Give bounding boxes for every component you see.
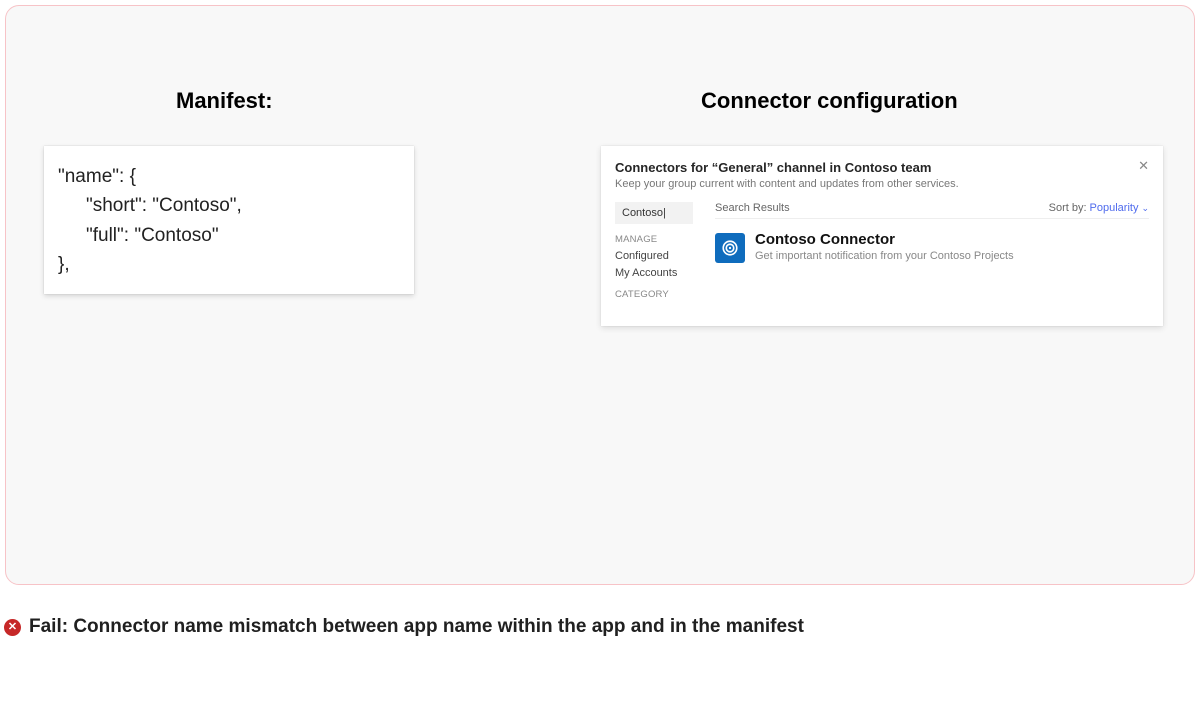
example-frame: Manifest: Connector configuration "name"… <box>5 5 1195 585</box>
search-input[interactable]: Contoso| <box>615 202 693 224</box>
connector-results-area: Search Results Sort by: Popularity⌄ <box>707 202 1149 305</box>
sidebar-item-configured[interactable]: Configured <box>615 250 707 262</box>
manifest-line-1: "name": { <box>58 162 400 191</box>
manifest-snippet-card: "name": { "short": "Contoso", "full": "C… <box>44 146 414 294</box>
connector-dialog-title: Connectors for “General” channel in Cont… <box>615 160 1149 175</box>
connector-sidebar: Contoso| MANAGE Configured My Accounts C… <box>615 202 707 305</box>
close-icon[interactable]: ✕ <box>1138 158 1149 174</box>
connector-result-name: Contoso Connector <box>755 231 1014 248</box>
sort-by-dropdown[interactable]: Popularity⌄ <box>1090 202 1149 214</box>
manifest-line-4: }, <box>58 250 400 279</box>
manifest-line-2: "short": "Contoso", <box>58 191 400 220</box>
fail-icon: ✕ <box>4 619 21 636</box>
search-results-label: Search Results <box>715 202 1049 214</box>
connector-app-icon <box>715 233 745 263</box>
connector-dialog-subtitle: Keep your group current with content and… <box>615 178 1149 190</box>
connector-result-item[interactable]: Contoso Connector Get important notifica… <box>715 231 1149 263</box>
sidebar-section-category: CATEGORY <box>615 289 707 300</box>
connector-dialog: ✕ Connectors for “General” channel in Co… <box>601 146 1163 326</box>
sort-by-value: Popularity <box>1090 202 1139 214</box>
connector-result-description: Get important notification from your Con… <box>755 250 1014 262</box>
sidebar-item-my-accounts[interactable]: My Accounts <box>615 267 707 279</box>
chevron-down-icon: ⌄ <box>1141 203 1149 214</box>
manifest-line-3: "full": "Contoso" <box>58 221 400 250</box>
manifest-heading: Manifest: <box>176 88 273 114</box>
fail-callout: ✕ Fail: Connector name mismatch between … <box>4 616 804 638</box>
sort-by-label: Sort by: <box>1049 202 1087 214</box>
sidebar-section-manage: MANAGE <box>615 234 707 245</box>
fail-text: Fail: Connector name mismatch between ap… <box>29 616 804 638</box>
connector-heading: Connector configuration <box>701 88 958 114</box>
